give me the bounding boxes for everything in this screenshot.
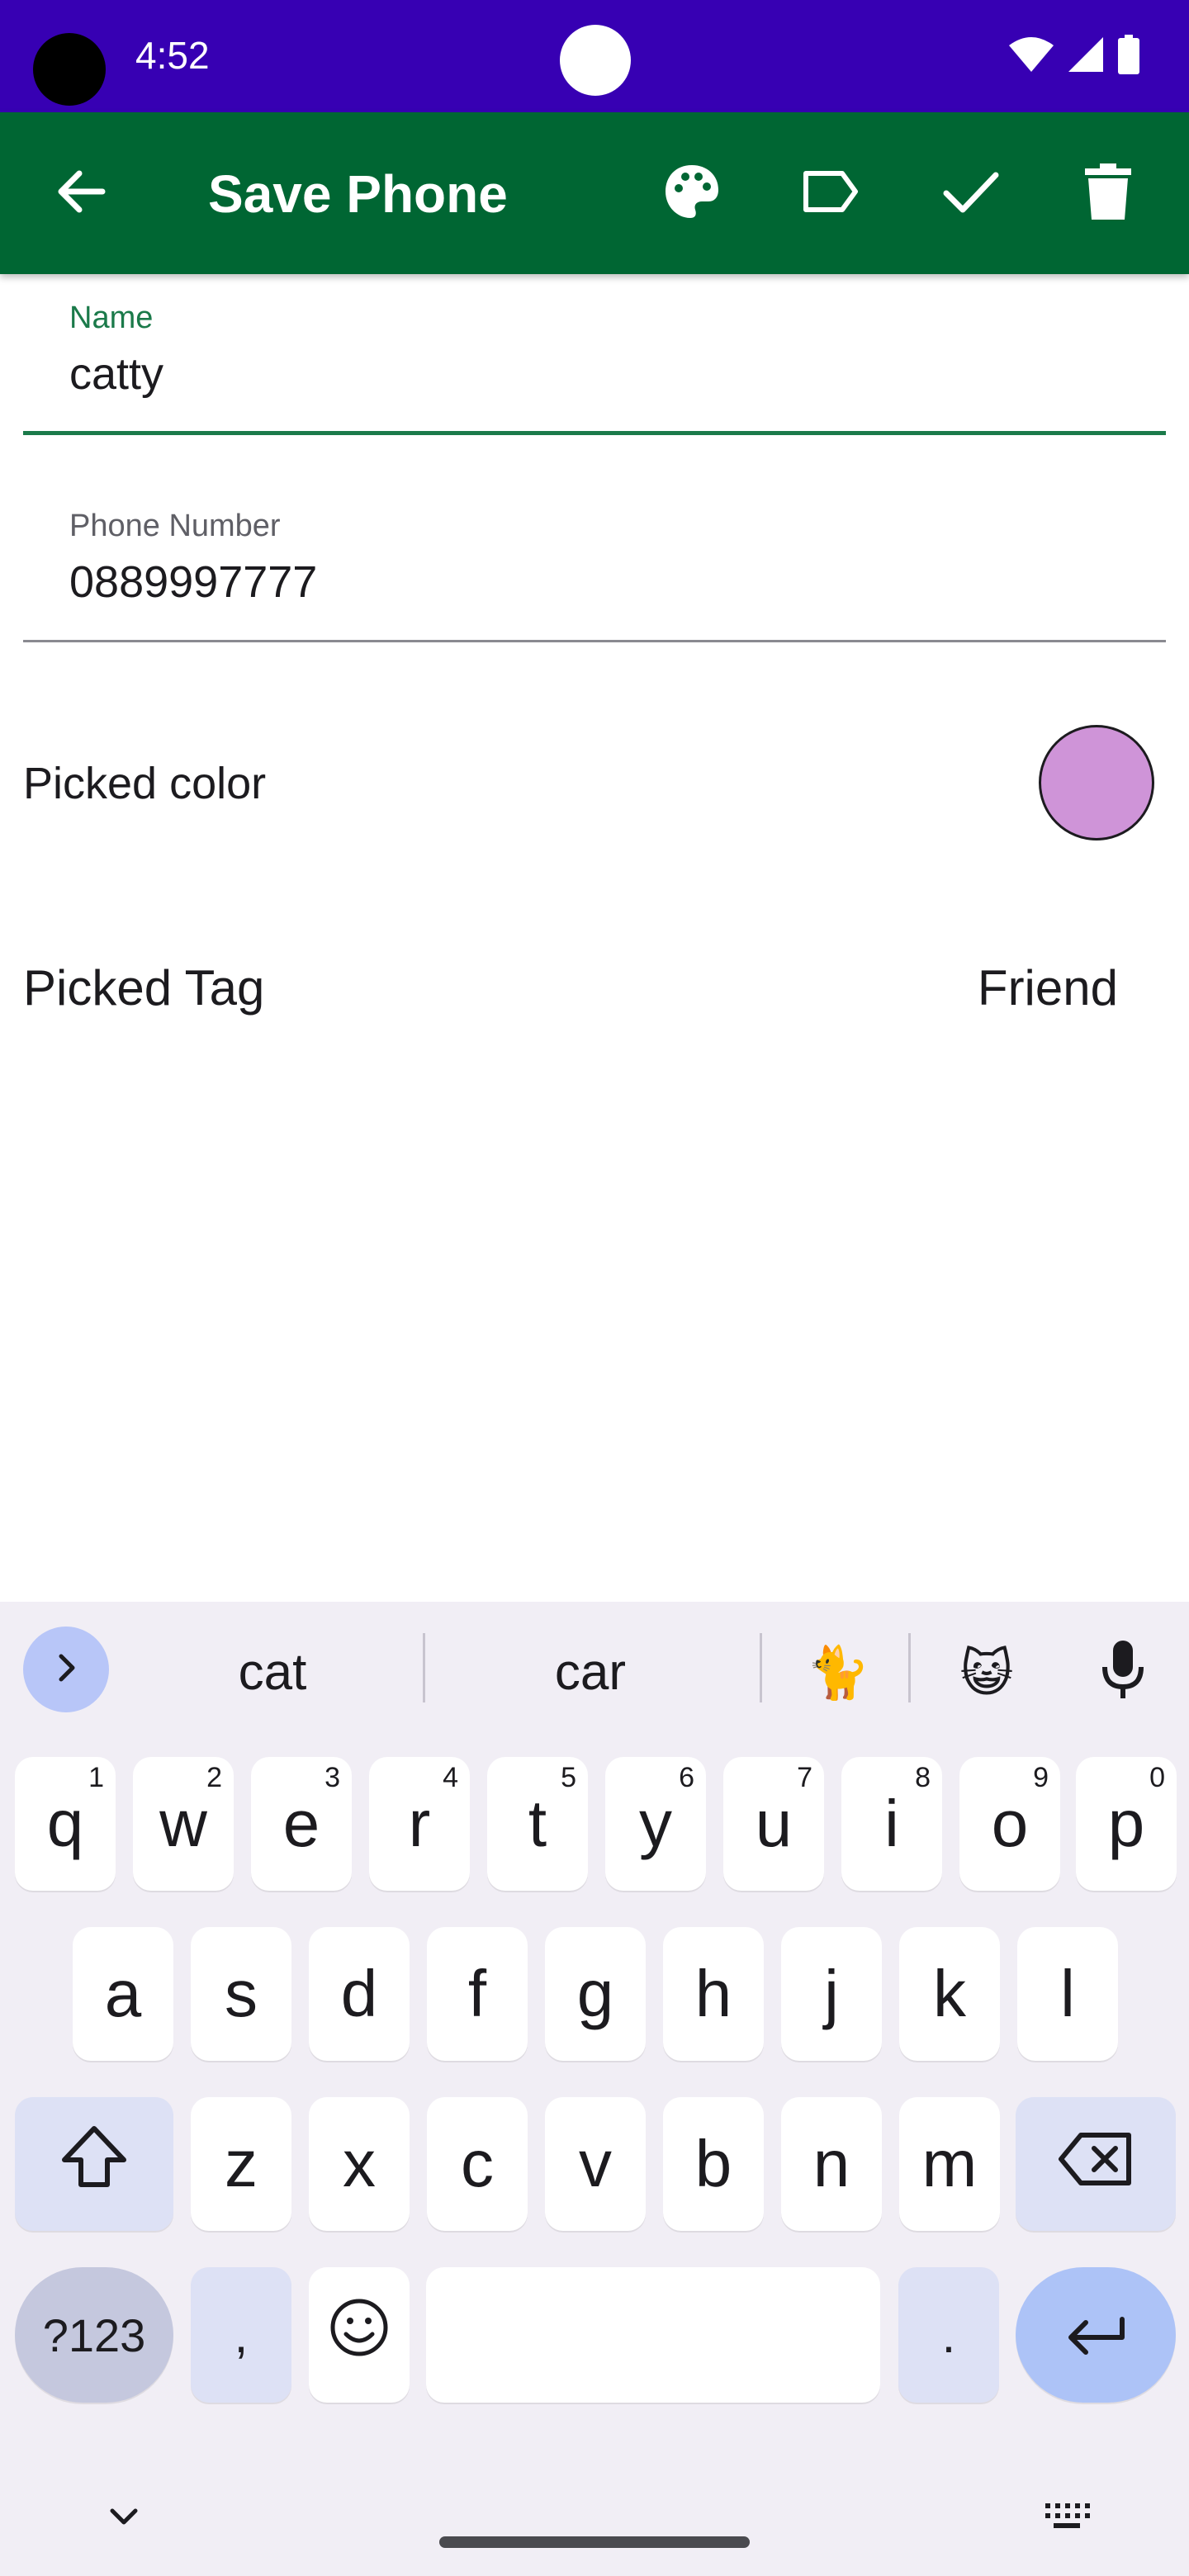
key-t[interactable]: t5 bbox=[487, 1757, 588, 1891]
label-icon bbox=[801, 168, 860, 219]
camera-cutout bbox=[33, 33, 106, 106]
key-q[interactable]: q1 bbox=[15, 1757, 116, 1891]
keyboard-menu-button[interactable] bbox=[23, 1627, 109, 1712]
status-bar: 4:52 bbox=[0, 0, 1189, 112]
enter-arrow-icon bbox=[1064, 2297, 1127, 2373]
key-j[interactable]: j bbox=[781, 1927, 882, 2061]
key-z[interactable]: z bbox=[191, 2097, 291, 2231]
keyboard-icon bbox=[1044, 2502, 1090, 2536]
key-e[interactable]: e3 bbox=[251, 1757, 352, 1891]
soft-keyboard: cat car 🐈 😺 q1 w2 e3 r4 t5 y6 u7 i8 o9 p… bbox=[0, 1602, 1189, 2576]
palette-icon bbox=[662, 162, 722, 225]
period-key[interactable]: . bbox=[898, 2267, 999, 2403]
tag-picker-button[interactable] bbox=[784, 147, 877, 239]
picked-color-label: Picked color bbox=[23, 759, 267, 808]
key-o[interactable]: o9 bbox=[959, 1757, 1060, 1891]
key-v[interactable]: v bbox=[545, 2097, 646, 2231]
microphone-icon bbox=[1100, 1640, 1146, 1704]
color-picker-button[interactable] bbox=[646, 147, 738, 239]
key-y[interactable]: y6 bbox=[605, 1757, 706, 1891]
suggestion-1[interactable]: cat bbox=[149, 1643, 396, 1702]
key-f[interactable]: f bbox=[427, 1927, 528, 2061]
emoji-suggestion-2[interactable]: 😺 bbox=[941, 1643, 1032, 1703]
suggestion-2[interactable]: car bbox=[462, 1643, 718, 1702]
key-n[interactable]: n bbox=[781, 2097, 882, 2231]
status-time: 4:52 bbox=[135, 34, 210, 77]
key-m[interactable]: m bbox=[899, 2097, 1000, 2231]
suggestion-divider bbox=[423, 1633, 425, 1702]
emoji-suggestion-1[interactable]: 🐈 bbox=[793, 1643, 883, 1703]
key-p[interactable]: p0 bbox=[1076, 1757, 1177, 1891]
smiley-icon bbox=[329, 2297, 389, 2373]
phone-number-underline bbox=[23, 640, 1166, 642]
emoji-key[interactable] bbox=[309, 2267, 410, 2403]
name-field-label: Name bbox=[69, 301, 154, 335]
comma-key[interactable]: , bbox=[191, 2267, 291, 2403]
notification-dot-icon bbox=[560, 25, 631, 96]
name-field[interactable]: Name catty bbox=[23, 274, 1166, 439]
backspace-key[interactable] bbox=[1016, 2097, 1176, 2231]
phone-number-field[interactable]: Phone Number 0889997777 bbox=[23, 482, 1166, 647]
key-a[interactable]: a bbox=[73, 1927, 173, 2061]
name-field-value[interactable]: catty bbox=[69, 348, 163, 400]
key-i[interactable]: i8 bbox=[841, 1757, 942, 1891]
phone-number-value[interactable]: 0889997777 bbox=[69, 556, 317, 608]
backspace-icon bbox=[1058, 2126, 1134, 2202]
suggestion-divider bbox=[908, 1633, 911, 1702]
app-bar: Save Phone bbox=[0, 112, 1189, 274]
back-button[interactable] bbox=[35, 147, 127, 239]
hide-keyboard-button[interactable] bbox=[99, 2493, 149, 2543]
name-field-underline bbox=[23, 431, 1166, 435]
picked-color-swatch[interactable] bbox=[1039, 725, 1154, 841]
signal-icon bbox=[1068, 37, 1103, 76]
switch-keyboard-button[interactable] bbox=[1042, 2493, 1092, 2543]
shift-key[interactable] bbox=[15, 2097, 173, 2231]
check-icon bbox=[941, 168, 1001, 219]
picked-tag-label: Picked Tag bbox=[23, 960, 265, 1016]
symbols-key[interactable]: ?123 bbox=[15, 2267, 173, 2403]
key-g[interactable]: g bbox=[545, 1927, 646, 2061]
chevron-down-icon bbox=[107, 2506, 140, 2531]
key-u[interactable]: u7 bbox=[723, 1757, 824, 1891]
phone-number-label: Phone Number bbox=[69, 509, 281, 543]
chevron-right-icon bbox=[50, 1651, 83, 1688]
key-s[interactable]: s bbox=[191, 1927, 291, 2061]
back-arrow-icon bbox=[54, 165, 107, 222]
key-r[interactable]: r4 bbox=[369, 1757, 470, 1891]
voice-input-button[interactable] bbox=[1090, 1635, 1156, 1709]
picked-tag-value[interactable]: Friend bbox=[978, 959, 1118, 1016]
home-gesture-handle[interactable] bbox=[439, 2536, 750, 2548]
shift-icon bbox=[59, 2124, 129, 2205]
key-d[interactable]: d bbox=[309, 1927, 410, 2061]
key-w[interactable]: w2 bbox=[133, 1757, 234, 1891]
save-button[interactable] bbox=[925, 147, 1017, 239]
enter-key[interactable] bbox=[1016, 2267, 1176, 2403]
suggestion-bar: cat car 🐈 😺 bbox=[0, 1602, 1189, 1734]
key-x[interactable]: x bbox=[309, 2097, 410, 2231]
status-icons bbox=[1009, 35, 1139, 78]
battery-icon bbox=[1118, 35, 1139, 78]
suggestion-divider bbox=[760, 1633, 762, 1702]
key-h[interactable]: h bbox=[663, 1927, 764, 2061]
key-b[interactable]: b bbox=[663, 2097, 764, 2231]
key-k[interactable]: k bbox=[899, 1927, 1000, 2061]
page-title: Save Phone bbox=[208, 164, 508, 224]
wifi-icon bbox=[1009, 37, 1054, 76]
key-c[interactable]: c bbox=[427, 2097, 528, 2231]
delete-button[interactable] bbox=[1062, 147, 1154, 239]
key-l[interactable]: l bbox=[1017, 1927, 1118, 2061]
space-key[interactable] bbox=[426, 2267, 880, 2403]
delete-icon bbox=[1085, 163, 1131, 224]
